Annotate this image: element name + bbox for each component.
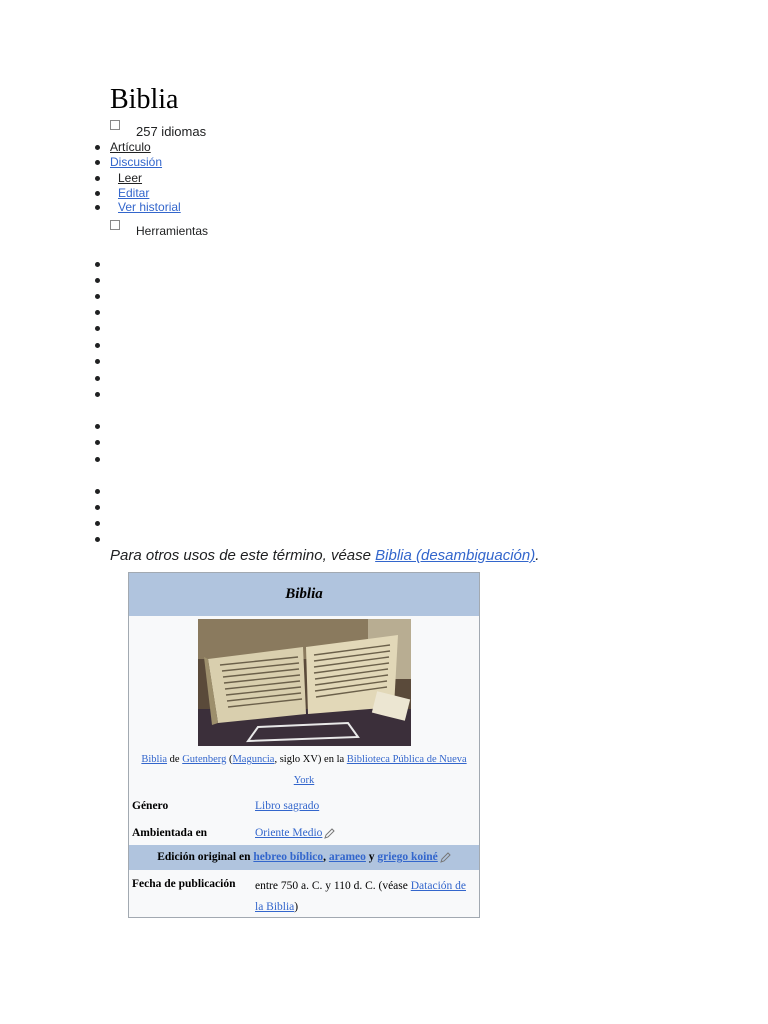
empty-menu-bullet [95,278,100,283]
tab-read[interactable]: Leer [118,171,142,185]
list-bullet [95,176,100,181]
empty-menu-bullet [95,359,100,364]
empty-menu-bullet [95,310,100,315]
infobox-title: Biblia [129,573,479,616]
setting-link[interactable]: Oriente Medio [255,827,322,839]
empty-menu-bullet [95,424,100,429]
empty-menu-bullet [95,521,100,526]
empty-menu-bullet [95,376,100,381]
caption-text: de [167,754,183,765]
row-label: Género [132,800,169,812]
list-bullet [95,191,100,196]
infobox-row-publication: Fecha de publicación entre 750 a. C. y 1… [129,872,479,917]
caption-link-gutenberg[interactable]: Gutenberg [182,754,226,765]
empty-menu-bullet [95,489,100,494]
tab-edit[interactable]: Editar [118,186,149,200]
empty-menu-bullet [95,392,100,397]
lang-link-hebrew[interactable]: hebreo bíblico [253,851,323,863]
empty-menu-bullet [95,262,100,267]
empty-menu-bullet [95,505,100,510]
edit-pencil-icon[interactable] [324,828,336,839]
list-bullet [95,145,100,150]
empty-menu-bullet [95,343,100,348]
image-caption: Biblia de Gutenberg (Maguncia, siglo XV)… [134,749,474,791]
edit-pencil-icon[interactable] [440,852,451,863]
tools-menu-label[interactable]: Herramientas [136,224,208,238]
empty-menu-bullet [95,457,100,462]
tab-history[interactable]: Ver historial [118,200,181,214]
infobox: Biblia Biblia de Gutenberg (Maguncia, si… [128,572,480,918]
caption-link-maguncia[interactable]: Maguncia [232,754,274,765]
genre-link[interactable]: Libro sagrado [255,800,319,812]
language-count[interactable]: 257 idiomas [136,125,206,139]
page-title: Biblia [110,84,179,115]
original-edition-label: Edición original en [157,851,254,863]
hatnote-text: Para otros usos de este término, véase [110,547,376,564]
list-bullet [95,160,100,165]
empty-menu-bullet [95,294,100,299]
infobox-row-genre: Género Libro sagrado [129,795,479,821]
original-edition-header: Edición original en hebreo bíblico, aram… [129,845,479,870]
language-checkbox[interactable] [110,120,120,130]
empty-menu-bullet [95,326,100,331]
caption-text: , siglo XV) en la [274,754,347,765]
row-label: Fecha de publicación [132,878,236,890]
lang-link-aramaic[interactable]: arameo [329,851,366,863]
tools-checkbox[interactable] [110,220,120,230]
lang-link-greek[interactable]: griego koiné [377,851,437,863]
separator: y [365,851,378,863]
hatnote: Para otros usos de este término, véase B… [110,547,539,565]
tab-discussion[interactable]: Discusión [110,155,162,169]
publication-text: entre 750 a. C. y 110 d. C. (véase [255,880,411,892]
list-bullet [95,205,100,210]
empty-menu-bullet [95,440,100,445]
empty-menu-bullet [95,537,100,542]
publication-suffix: ) [294,901,299,913]
disambiguation-link[interactable]: Biblia (desambiguación) [375,547,535,564]
infobox-row-setting: Ambientada en Oriente Medio [129,822,479,844]
caption-link-biblia[interactable]: Biblia [141,754,167,765]
hatnote-period: . [535,547,540,564]
gutenberg-bible-image[interactable] [198,619,411,746]
row-label: Ambientada en [132,827,208,839]
tab-article[interactable]: Artículo [110,140,151,154]
